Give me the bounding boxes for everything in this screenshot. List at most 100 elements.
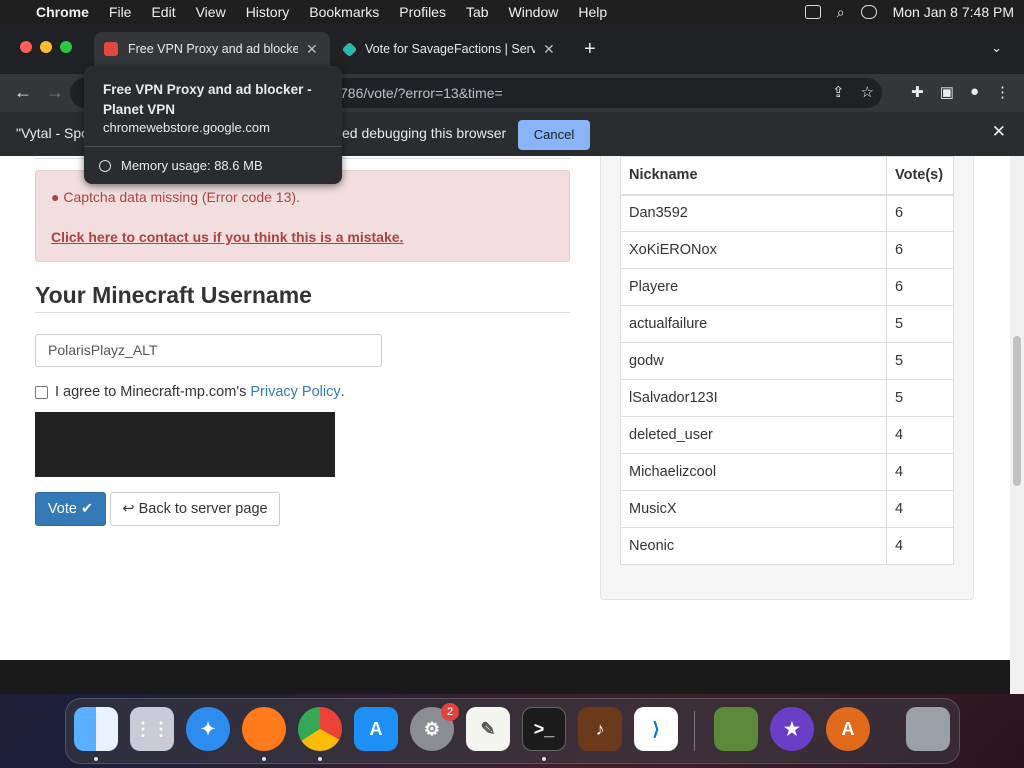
menu-window[interactable]: Window bbox=[509, 4, 559, 20]
garageband-icon[interactable]: ♪ bbox=[578, 707, 622, 751]
page-heading: Your Minecraft Username bbox=[35, 282, 312, 308]
spotlight-search-icon[interactable]: ⌕ bbox=[837, 4, 845, 21]
tab-search-chevron-icon[interactable]: ⌄ bbox=[991, 40, 1002, 56]
vote-button-label: Vote bbox=[47, 501, 77, 517]
memory-gauge-icon bbox=[99, 160, 111, 172]
reply-arrow-icon: ↩ bbox=[122, 501, 135, 517]
menu-file[interactable]: File bbox=[109, 4, 132, 20]
agree-text: I agree to Minecraft-mp.com's bbox=[55, 384, 247, 400]
launchpad-icon[interactable]: ⋮⋮ bbox=[130, 707, 174, 751]
tab-title: Free VPN Proxy and ad blocker bbox=[128, 42, 298, 56]
trash-icon[interactable] bbox=[906, 707, 950, 751]
more-menu-icon[interactable]: ⋮ bbox=[995, 83, 1010, 101]
infobar-extension-name: "Vytal - Spo bbox=[16, 125, 89, 141]
firefox-icon[interactable] bbox=[242, 707, 286, 751]
agree-checkbox[interactable] bbox=[35, 385, 48, 399]
screen-mirror-icon[interactable] bbox=[804, 5, 821, 19]
close-tab-icon[interactable]: ✕ bbox=[543, 41, 555, 58]
nickname-cell: godw bbox=[620, 342, 887, 380]
menu-edit[interactable]: Edit bbox=[151, 4, 175, 20]
menu-view[interactable]: View bbox=[196, 4, 226, 20]
column-header-votes: Vote(s) bbox=[886, 156, 954, 196]
top-voters-table: Nickname Vote(s) Dan3592 6 XoKiERONox 6 Pl… bbox=[620, 156, 954, 565]
menu-profiles[interactable]: Profiles bbox=[399, 4, 446, 20]
table-row: lSalvador123I 5 bbox=[620, 379, 954, 417]
table-row: deleted_user 4 bbox=[620, 416, 954, 454]
back-button-label: Back to server page bbox=[138, 501, 268, 517]
username-input[interactable]: PolarisPlayz_ALT bbox=[35, 334, 382, 367]
nickname-cell: Michaelizcool bbox=[620, 453, 887, 491]
nickname-cell: Dan3592 bbox=[620, 194, 887, 232]
back-arrow-icon[interactable]: ← bbox=[14, 82, 32, 103]
tab-planet-vpn[interactable]: Free VPN Proxy and ad blocker ✕ bbox=[94, 32, 330, 66]
menu-bookmarks[interactable]: Bookmarks bbox=[309, 4, 379, 20]
toolbar-actions: ✚ ▣ ● ⋮ bbox=[911, 83, 1010, 101]
tab-vote-savagefactions[interactable]: Vote for SavageFactions | Serv ✕ bbox=[334, 32, 570, 66]
bookmark-star-icon[interactable]: ☆ bbox=[861, 83, 874, 101]
table-row: Playere 6 bbox=[620, 268, 954, 306]
votes-cell: 5 bbox=[886, 379, 954, 417]
table-row: godw 5 bbox=[620, 342, 954, 380]
vote-button[interactable]: Vote ✔ bbox=[35, 492, 106, 526]
menu-history[interactable]: History bbox=[246, 4, 290, 20]
nickname-cell: actualfailure bbox=[620, 305, 887, 343]
agree-suffix: . bbox=[340, 384, 345, 400]
captcha-widget[interactable] bbox=[35, 412, 335, 477]
back-to-server-button[interactable]: ↩ Back to server page bbox=[110, 492, 280, 526]
menu-help[interactable]: Help bbox=[578, 4, 607, 20]
app-icon[interactable]: A bbox=[826, 707, 870, 751]
table-row: Michaelizcool 4 bbox=[620, 453, 954, 491]
close-infobar-icon[interactable]: ✕ bbox=[992, 122, 1006, 142]
minimize-window-button[interactable] bbox=[40, 41, 52, 53]
address-bar-url: 786/vote/?error=13&time= bbox=[340, 85, 503, 101]
control-center-icon[interactable] bbox=[860, 5, 877, 19]
menu-app-name[interactable]: Chrome bbox=[36, 4, 89, 20]
forward-arrow-icon[interactable]: → bbox=[46, 82, 64, 103]
hover-card-title: Free VPN Proxy and ad blocker - Planet V… bbox=[103, 82, 312, 117]
extensions-puzzle-icon[interactable]: ✚ bbox=[911, 83, 924, 101]
exclamation-circle-icon: ● bbox=[51, 189, 60, 205]
close-window-button[interactable] bbox=[20, 41, 32, 53]
votes-cell: 5 bbox=[886, 305, 954, 343]
table-row: Dan3592 6 bbox=[620, 194, 954, 232]
share-icon[interactable]: ⇪ bbox=[832, 83, 845, 101]
nickname-cell: Neonic bbox=[620, 527, 887, 565]
minecraft-mp-favicon-icon bbox=[341, 41, 358, 57]
dock-separator bbox=[694, 711, 695, 751]
privacy-agreement: I agree to Minecraft-mp.com's Privacy Po… bbox=[35, 384, 345, 400]
contact-us-link[interactable]: Click here to contact us if you think th… bbox=[51, 229, 403, 245]
zoom-window-button[interactable] bbox=[60, 41, 72, 53]
votes-cell: 4 bbox=[886, 527, 954, 565]
minecraft-icon[interactable] bbox=[714, 707, 758, 751]
profile-avatar-icon[interactable]: ● bbox=[970, 83, 979, 101]
alert-message-row: ● Captcha data missing (Error code 13). bbox=[51, 189, 300, 205]
textedit-icon[interactable]: ✎ bbox=[466, 707, 510, 751]
privacy-policy-link[interactable]: Privacy Policy bbox=[250, 384, 340, 400]
close-tab-icon[interactable]: ✕ bbox=[306, 41, 318, 58]
running-indicator bbox=[262, 757, 266, 761]
infobar-cancel-button[interactable]: Cancel bbox=[518, 120, 590, 150]
finder-icon[interactable] bbox=[74, 707, 118, 751]
planet-vpn-favicon-icon bbox=[104, 42, 118, 56]
page-content: ● Captcha data missing (Error code 13). … bbox=[0, 156, 1010, 694]
alert-message: Captcha data missing (Error code 13). bbox=[63, 189, 300, 205]
vscode-icon[interactable]: ⟩ bbox=[634, 707, 678, 751]
page-scrollbar[interactable] bbox=[1010, 156, 1024, 694]
votes-cell: 4 bbox=[886, 453, 954, 491]
app-store-icon[interactable]: A bbox=[354, 707, 398, 751]
side-panel-icon[interactable]: ▣ bbox=[940, 83, 954, 101]
menu-clock[interactable]: Mon Jan 8 7:48 PM bbox=[893, 4, 1014, 20]
safari-icon[interactable]: ✦ bbox=[186, 707, 230, 751]
running-indicator bbox=[318, 757, 322, 761]
imovie-icon[interactable]: ★ bbox=[770, 707, 814, 751]
tab-title: Vote for SavageFactions | Serv bbox=[365, 42, 535, 56]
votes-cell: 6 bbox=[886, 231, 954, 269]
chrome-icon[interactable] bbox=[298, 707, 342, 751]
terminal-icon[interactable]: >_ bbox=[522, 707, 566, 751]
scrollbar-thumb[interactable] bbox=[1013, 336, 1021, 486]
page-footer-strip bbox=[0, 660, 1010, 694]
new-tab-button[interactable]: + bbox=[584, 38, 596, 61]
tab-hover-card: Free VPN Proxy and ad blocker - Planet V… bbox=[84, 66, 342, 184]
divider bbox=[84, 146, 342, 147]
menu-tab[interactable]: Tab bbox=[466, 4, 489, 20]
